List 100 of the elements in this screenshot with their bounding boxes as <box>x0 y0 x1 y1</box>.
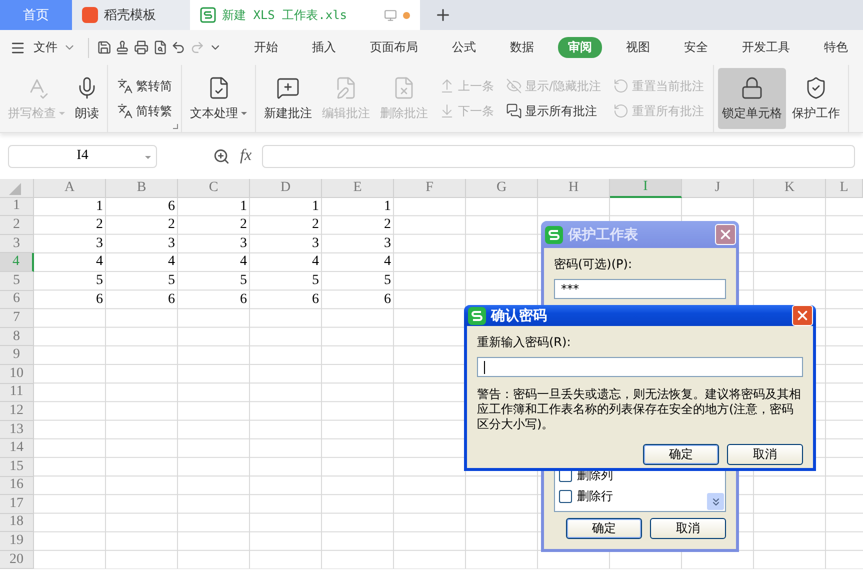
dialog-button[interactable]: 取消 <box>650 518 726 539</box>
dialog-button[interactable]: 取消 <box>727 444 803 465</box>
row-header[interactable]: 10 <box>0 364 34 384</box>
row-header[interactable]: 4 <box>0 253 34 272</box>
comment-plus-icon <box>276 76 300 100</box>
table-cell-text: 1 <box>311 198 320 216</box>
launcher-icon[interactable] <box>173 124 178 129</box>
column-header[interactable]: J <box>682 179 754 198</box>
row-header[interactable]: 2 <box>0 216 34 235</box>
row-header[interactable]: 9 <box>0 346 34 365</box>
table-cell-text: 1 <box>239 198 248 216</box>
field-label: 密码(可选)(P): <box>554 256 634 273</box>
ribbon-tab[interactable]: 开始 <box>244 37 288 58</box>
column-header[interactable]: E <box>322 179 394 198</box>
row-header[interactable]: 13 <box>0 420 34 440</box>
document-tab[interactable]: 新建 XLS 工作表.xls <box>190 0 420 30</box>
ribbon-button[interactable]: 新建批注 <box>260 68 316 129</box>
ribbon-button[interactable]: 简转繁 <box>115 102 174 120</box>
document-tab[interactable]: 首页 <box>0 0 72 30</box>
reset-icon <box>613 78 630 94</box>
translate-icon <box>117 78 133 94</box>
column-header[interactable]: B <box>106 179 178 198</box>
table-cell-text: 4 <box>311 253 320 272</box>
column-header[interactable]: C <box>178 179 250 198</box>
ribbon-tab[interactable]: 开发工具 <box>732 37 800 58</box>
ribbon-tab[interactable]: 审阅 <box>558 37 602 58</box>
table-cell-text: 2 <box>167 216 176 234</box>
app-logo-icon <box>468 306 486 324</box>
row-header[interactable]: 11 <box>0 384 34 402</box>
checkbox[interactable] <box>559 490 572 503</box>
preview-icon[interactable] <box>152 40 168 55</box>
row-header[interactable]: 16 <box>0 476 34 496</box>
table-cell-text: 4 <box>95 253 104 272</box>
function-label[interactable]: fx <box>240 147 252 165</box>
ribbon-button[interactable]: 显示所有批注 <box>504 102 604 120</box>
permission-option[interactable]: 删除行 <box>559 488 701 505</box>
file-menu[interactable]: 文件 <box>30 39 80 56</box>
column-header[interactable]: I <box>610 179 682 198</box>
table-cell-text: 4 <box>167 253 176 272</box>
ribbon-button[interactable]: 保护工作 <box>788 68 844 129</box>
dialog-button[interactable]: 确定 <box>643 444 719 465</box>
column-header[interactable]: G <box>466 179 538 198</box>
row-header[interactable]: 20 <box>0 550 34 570</box>
row-header[interactable]: 15 <box>0 458 34 476</box>
formula-input[interactable] <box>262 144 855 168</box>
close-button[interactable] <box>715 224 736 245</box>
row-header[interactable]: 1 <box>0 198 34 216</box>
row-header[interactable]: 8 <box>0 328 34 346</box>
ribbon-button[interactable]: 锁定单元格 <box>718 68 786 129</box>
table-cell-text: 5 <box>383 272 392 290</box>
close-button[interactable] <box>792 305 813 326</box>
row-header[interactable]: 14 <box>0 439 34 458</box>
row-header[interactable]: 3 <box>0 234 34 254</box>
document-tab[interactable]: 稻壳模板 <box>72 0 190 30</box>
ribbon-tab[interactable]: 特色 <box>814 37 858 58</box>
table-cell-text: 2 <box>95 216 104 234</box>
row-header[interactable]: 18 <box>0 514 34 532</box>
ribbon-tab[interactable]: 公式 <box>442 37 486 58</box>
arrow-up-icon <box>439 78 455 94</box>
row-header[interactable]: 12 <box>0 402 34 421</box>
row-header[interactable]: 19 <box>0 532 34 551</box>
row-header[interactable]: 6 <box>0 290 34 310</box>
spreadsheet-icon <box>200 7 216 23</box>
scroll-down-icon[interactable] <box>707 493 724 510</box>
zoom-icon[interactable] <box>213 148 230 164</box>
table-cell-text: 6 <box>311 290 320 309</box>
warning-text: 警告：密码一旦丢失或遗忘，则无法恢复。建议将密码及其相应工作簿和工作表名称的列表保存在安全的地方(注意，密码区分大小写)。 <box>477 387 802 432</box>
save-icon[interactable] <box>96 40 112 55</box>
table-cell-text: 5 <box>95 272 104 290</box>
password-field[interactable]: *** <box>554 279 726 299</box>
undo-icon[interactable] <box>171 40 186 55</box>
ribbon-button[interactable]: 繁转简 <box>115 76 174 96</box>
ribbon-tab[interactable]: 安全 <box>674 37 718 58</box>
table-cell-text: 3 <box>167 234 176 253</box>
stamp-icon[interactable] <box>115 40 130 55</box>
ribbon-tab[interactable]: 视图 <box>616 37 660 58</box>
ribbon-tab[interactable]: 页面布局 <box>360 37 428 58</box>
column-header[interactable]: F <box>394 179 466 198</box>
ribbon-tab[interactable]: 数据 <box>500 37 544 58</box>
column-header[interactable]: A <box>34 179 106 198</box>
row-header[interactable]: 17 <box>0 495 34 514</box>
column-header[interactable]: K <box>754 179 826 198</box>
translate-icon <box>117 103 133 119</box>
ribbon-button[interactable]: 文本处理 <box>186 68 251 129</box>
ribbon-button[interactable]: 朗读 <box>71 68 103 129</box>
column-header[interactable]: L <box>826 179 863 198</box>
column-header[interactable]: H <box>538 179 610 198</box>
dialog-title: 确认密码 <box>491 306 548 324</box>
table-cell-text: 3 <box>95 234 104 253</box>
print-icon[interactable] <box>134 40 149 55</box>
table-cell-text: 4 <box>383 253 392 272</box>
column-header[interactable]: D <box>250 179 322 198</box>
close-icon <box>718 227 733 242</box>
ribbon-tab[interactable]: 插入 <box>302 37 346 58</box>
dialog-button[interactable]: 确定 <box>566 518 642 539</box>
table-cell-text: 6 <box>167 198 176 216</box>
row-header[interactable]: 5 <box>0 272 34 291</box>
name-box[interactable]: I4 <box>8 144 157 168</box>
password-field[interactable] <box>477 357 803 377</box>
row-header[interactable]: 7 <box>0 309 34 328</box>
